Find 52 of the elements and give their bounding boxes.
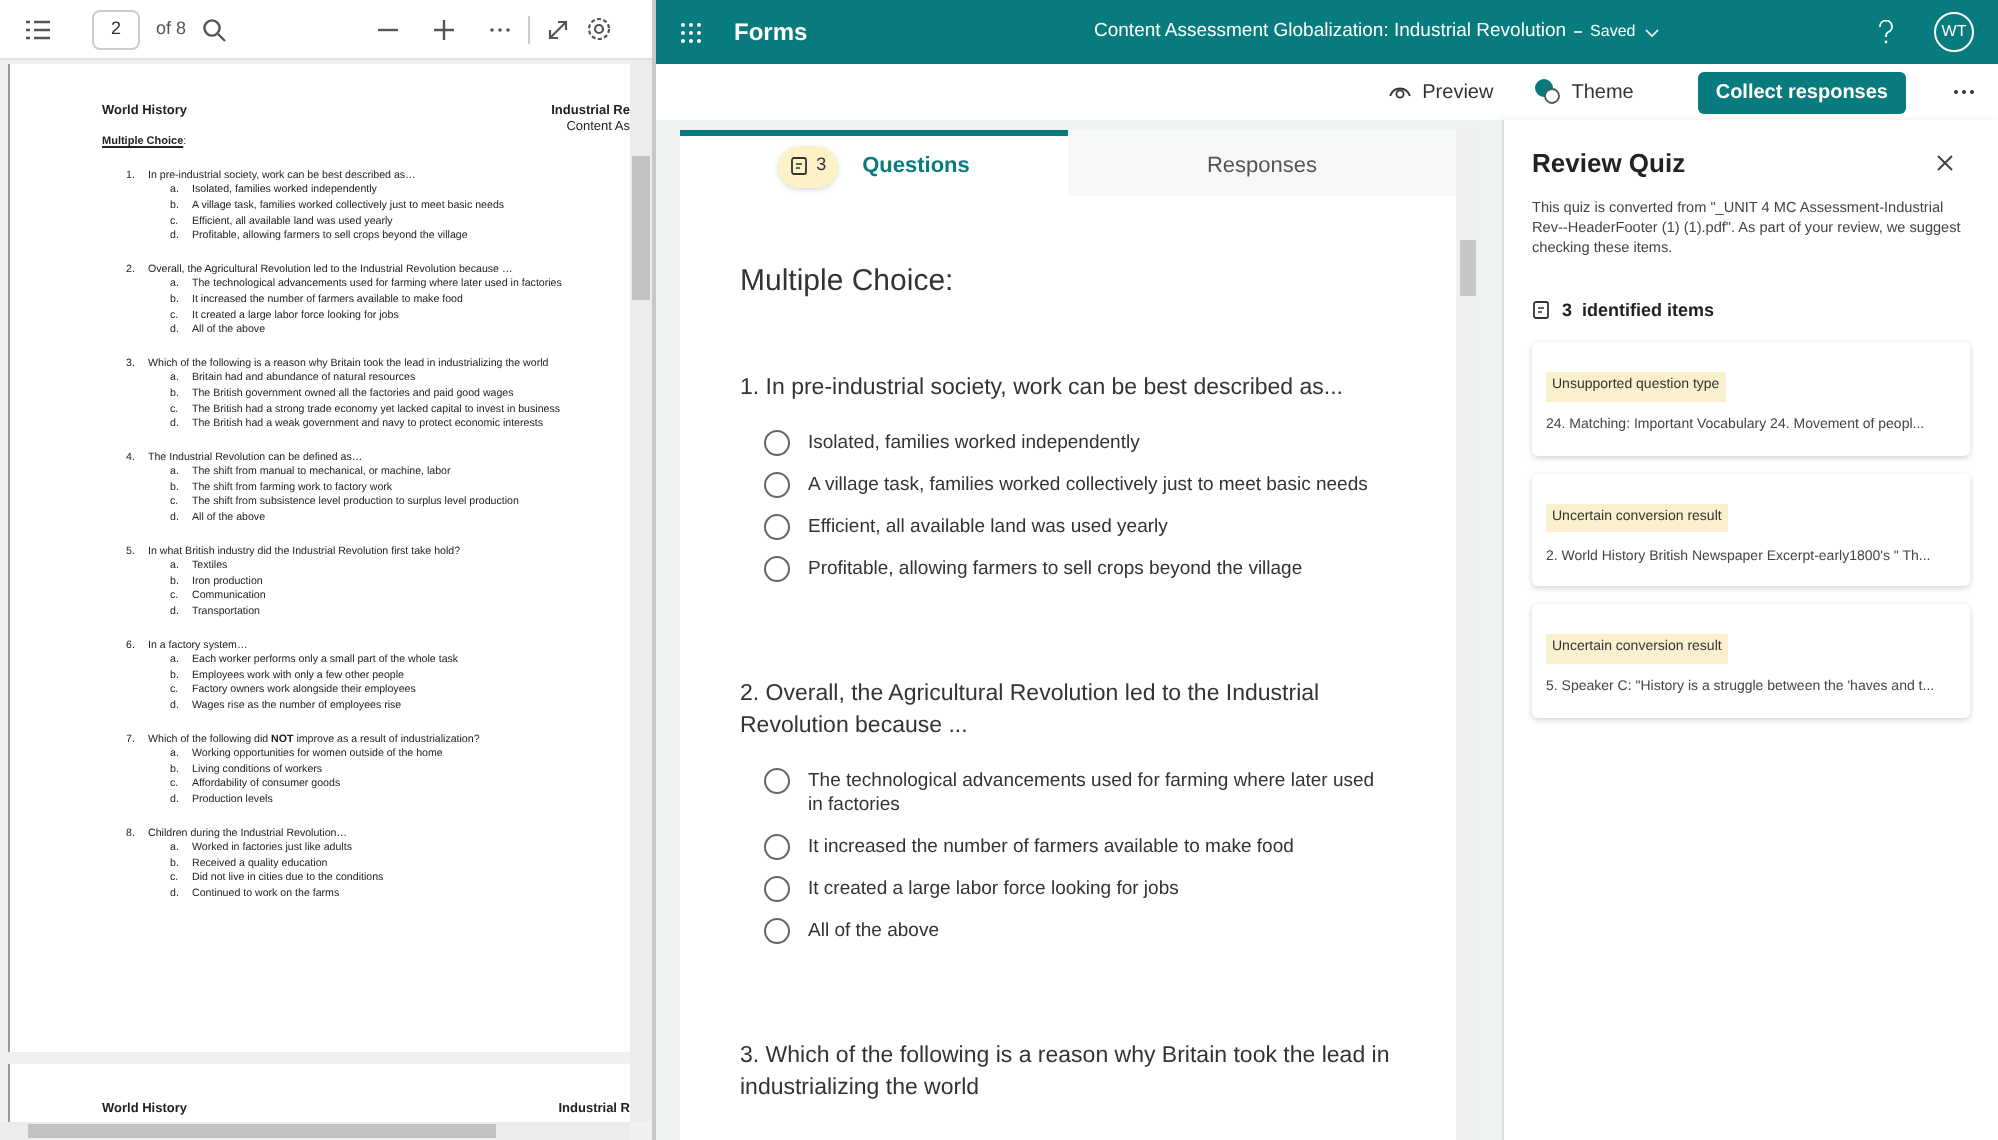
preview-button[interactable]: Preview — [1380, 77, 1502, 107]
dash-icon — [1574, 28, 1583, 36]
save-status: Saved — [1590, 20, 1636, 44]
panel-title: Review Quiz — [1532, 146, 1686, 182]
radio-option[interactable]: Isolated, families worked independently — [740, 421, 1424, 463]
radio-option[interactable]: It increased the number of farmers available to make food — [740, 825, 1424, 867]
radio-button[interactable] — [764, 767, 790, 793]
item-count-label: identified items — [1582, 297, 1715, 323]
radio-option[interactable]: Profitable, allowing farmers to sell crops beyond the village — [740, 547, 1424, 589]
radio-option[interactable]: A village task, families worked collectively just to meet basic needs — [740, 463, 1424, 505]
app-launcher-icon[interactable] — [680, 21, 702, 43]
question-title: 3. Which of the following is a reason why Britain took the lead in industrializing the world — [740, 1041, 1392, 1103]
eye-icon — [1388, 84, 1413, 100]
help-icon[interactable] — [1878, 20, 1894, 44]
radio-option[interactable]: The technological advancements used for farming where later used in factories — [740, 759, 1424, 825]
radio-button[interactable] — [764, 833, 790, 859]
page-number-field[interactable]: 2 — [92, 9, 140, 49]
theme-button[interactable]: Theme — [1525, 77, 1642, 107]
radio-button[interactable] — [764, 555, 790, 581]
tab[interactable]: Responses — [1068, 130, 1456, 196]
scrollbar[interactable] — [630, 60, 652, 1122]
question-title: 2. Overall, the Agricultural Revolution led to the Industrial Revolution because ... — [740, 679, 1322, 741]
radio-option[interactable]: Efficient, all available land was used yearly — [740, 505, 1424, 547]
radio-button[interactable] — [764, 513, 790, 539]
note-icon — [790, 156, 811, 176]
settings-icon[interactable] — [586, 16, 612, 42]
outline-icon[interactable] — [24, 17, 52, 41]
radio-option[interactable]: It created a large labor force looking for jobs — [740, 867, 1424, 909]
close-icon[interactable] — [1936, 154, 1954, 173]
palette-icon — [1533, 78, 1562, 106]
expand-icon[interactable] — [546, 17, 570, 41]
form-title: Content Assessment Globalization: Industrial Revolution — [1094, 17, 1567, 46]
note-icon — [1532, 300, 1552, 321]
radio-option[interactable]: All of the above — [740, 909, 1424, 951]
radio-button[interactable] — [764, 429, 790, 455]
page-count: of 8 — [156, 15, 187, 42]
scrollbar[interactable] — [0, 1122, 630, 1140]
item-count: 3 — [1562, 297, 1573, 323]
section-title: Multiple Choice: — [740, 262, 956, 302]
issues-badge: 3 — [778, 145, 839, 187]
radio-button[interactable] — [764, 917, 790, 943]
collect-responses-button[interactable]: Collect responses — [1697, 71, 1906, 113]
chevron-down-icon[interactable] — [1643, 27, 1660, 37]
more-icon[interactable] — [1954, 88, 1974, 96]
zoom-in-icon[interactable] — [432, 17, 456, 41]
radio-button[interactable] — [764, 875, 790, 901]
radio-button[interactable] — [764, 471, 790, 497]
search-icon[interactable] — [202, 17, 227, 41]
avatar[interactable]: WT — [1934, 12, 1974, 52]
tab[interactable]: 3 Questions — [680, 130, 1068, 196]
question-title: 1. In pre-industrial society, work can be best described as... — [740, 373, 1345, 403]
app-name: Forms — [734, 16, 810, 50]
